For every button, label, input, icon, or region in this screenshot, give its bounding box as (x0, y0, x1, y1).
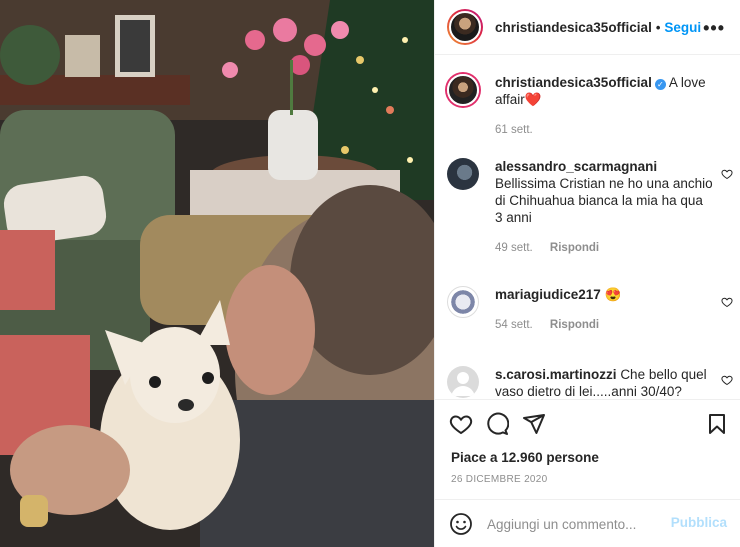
comment-body: s.carosi.martinozzi Che bello quel vaso … (495, 366, 713, 399)
publish-button[interactable]: Pubblica (671, 515, 727, 530)
comment-like-heart-icon[interactable] (721, 296, 733, 308)
follow-button[interactable]: Segui (664, 20, 701, 35)
more-horizontal-icon[interactable]: ••• (703, 18, 725, 39)
caption-body: christiandesica35official ✓ A love affair… (495, 74, 713, 108)
post-dialog: christiandesica35official • Segui ••• ch… (0, 0, 740, 547)
post-header: christiandesica35official • Segui ••• (435, 0, 740, 55)
emoji-icon[interactable] (449, 512, 473, 536)
default-avatar-icon (451, 372, 475, 396)
commenter-avatar[interactable] (447, 366, 479, 398)
comment-like-heart-icon[interactable] (721, 168, 733, 180)
caption-username[interactable]: christiandesica35official (495, 75, 652, 90)
comment-time[interactable]: 54 sett. (495, 319, 533, 331)
heart-icon[interactable] (449, 412, 473, 436)
commenter-avatar[interactable] (447, 158, 479, 190)
caption-meta: 61 sett. (495, 124, 547, 136)
post-date[interactable]: 26 DICEMBRE 2020 (451, 474, 548, 485)
comment-username[interactable]: s.carosi.martinozzi (495, 367, 617, 382)
author-avatar[interactable] (447, 9, 483, 45)
comment-text: Bellissima Cristian ne ho una anchio di … (495, 176, 713, 225)
header-separator: • (655, 19, 661, 35)
add-comment-bar: Pubblica (435, 499, 740, 547)
comment-body: alessandro_scarmagnani Bellissima Cristi… (495, 158, 713, 226)
comment-body: mariagiudice217 😍 (495, 286, 713, 303)
action-bar: Piace a 12.960 persone 26 DICEMBRE 2020 (435, 399, 740, 499)
comment-text: 😍 (604, 287, 622, 302)
comments-list[interactable]: christiandesica35official ✓ A love affair… (435, 56, 740, 399)
comment-input[interactable] (487, 514, 657, 534)
author-username[interactable]: christiandesica35official (495, 20, 652, 35)
likes-count[interactable]: Piace a 12.960 persone (451, 450, 599, 465)
comment-username[interactable]: alessandro_scarmagnani (495, 159, 657, 174)
reply-button[interactable]: Rispondi (550, 242, 599, 254)
comment-meta: 54 sett. Rispondi (495, 319, 613, 331)
bookmark-icon[interactable] (705, 412, 729, 436)
reply-button[interactable]: Rispondi (550, 319, 599, 331)
post-side-panel: christiandesica35official • Segui ••• ch… (434, 0, 740, 547)
comment-time[interactable]: 49 sett. (495, 242, 533, 254)
share-icon[interactable] (522, 412, 546, 436)
commenter-avatar[interactable] (447, 286, 479, 318)
photo-illustration (0, 0, 434, 547)
verified-badge-icon: ✓ (654, 79, 666, 90)
caption-avatar[interactable] (447, 74, 479, 106)
comment-like-heart-icon[interactable] (721, 374, 733, 386)
post-photo[interactable] (0, 0, 434, 547)
caption-time[interactable]: 61 sett. (495, 124, 533, 136)
comment-icon[interactable] (485, 412, 509, 436)
comment-meta: 49 sett. Rispondi (495, 242, 613, 254)
comment-username[interactable]: mariagiudice217 (495, 287, 601, 302)
